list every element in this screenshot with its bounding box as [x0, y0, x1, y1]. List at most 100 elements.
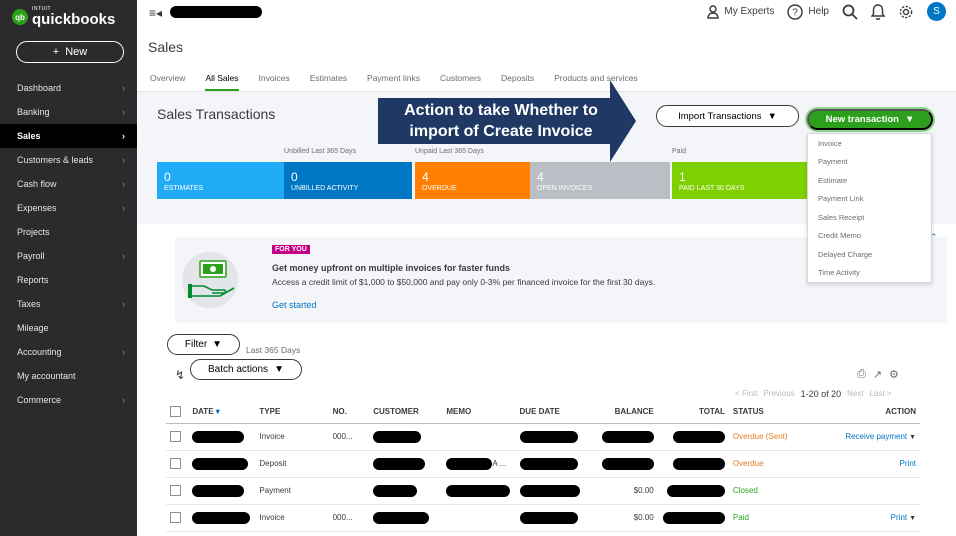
help-button[interactable]: ? Help [787, 3, 829, 20]
tab-all-sales[interactable]: All Sales [205, 72, 239, 92]
row-checkbox[interactable] [170, 512, 181, 523]
sidebar-item-projects[interactable]: Projects [0, 220, 137, 244]
action-cell [795, 477, 920, 505]
column-header-due-date[interactable]: DUE DATE [515, 401, 589, 424]
money-bar-segment-paid-last-days[interactable]: 1 PAID LAST 30 DAYS [672, 162, 807, 199]
column-header-action[interactable]: ACTION [795, 401, 920, 424]
pager-first[interactable]: < First [735, 389, 757, 399]
sidebar-item-commerce[interactable]: Commerce › [0, 388, 137, 412]
pagination: < First Previous 1-20 of 20 Next Last > [735, 389, 892, 399]
sidebar-item-taxes[interactable]: Taxes › [0, 292, 137, 316]
customer-redacted [373, 430, 422, 443]
row-checkbox[interactable] [170, 431, 181, 442]
column-header-total[interactable]: TOTAL [657, 401, 729, 424]
caret-down-icon: ▼ [212, 339, 223, 350]
menu-item-delayed-charge[interactable]: Delayed Charge [808, 245, 931, 264]
collapse-menu-icon[interactable]: ≡◂ [149, 6, 162, 20]
row-action-link[interactable]: Receive payment [845, 432, 907, 441]
new-transaction-button[interactable]: New transaction ▼ [807, 109, 933, 130]
customer-cell [369, 504, 443, 532]
column-header-no[interactable]: NO. [328, 401, 370, 424]
sidebar-item-mileage[interactable]: Mileage [0, 316, 137, 340]
money-bar-segment-open-invoices[interactable]: 4 OPEN INVOICES [530, 162, 670, 199]
money-bar-segment-unbilled-activity[interactable]: 0 UNBILLED ACTIVITY [284, 162, 412, 199]
sidebar-item-expenses[interactable]: Expenses › [0, 196, 137, 220]
column-header-customer[interactable]: CUSTOMER [369, 401, 443, 424]
type-cell: Invoice [255, 423, 329, 451]
tab-overview[interactable]: Overview [150, 72, 185, 89]
pager-last[interactable]: Last > [870, 389, 892, 399]
due-date-cell [515, 450, 589, 478]
bell-icon[interactable] [871, 3, 885, 20]
sidebar-item-customers-leads[interactable]: Customers & leads › [0, 148, 137, 172]
get-started-link[interactable]: Get started [272, 300, 317, 310]
new-button[interactable]: + New [16, 41, 124, 63]
sidebar-item-dashboard[interactable]: Dashboard › [0, 76, 137, 100]
menu-item-payment-link[interactable]: Payment Link [808, 190, 931, 209]
new-transaction-menu: Invoice Payment Estimate Payment Link Sales … [807, 133, 932, 283]
sidebar-item-accounting[interactable]: Accounting › [0, 340, 137, 364]
menu-item-payment[interactable]: Payment [808, 153, 931, 172]
batch-actions-button[interactable]: Batch actions ▼ [190, 359, 302, 380]
table-row[interactable]: Payment $0.00 Closed [166, 477, 920, 505]
pager-next[interactable]: Next [847, 389, 863, 399]
due-date-cell [515, 504, 589, 532]
banner-headline: Get money upfront on multiple invoices f… [272, 263, 511, 273]
select-all-checkbox[interactable] [170, 406, 181, 418]
pager-previous[interactable]: Previous [763, 389, 794, 399]
export-icon[interactable]: ↗ [873, 368, 882, 381]
row-checkbox[interactable] [170, 485, 181, 496]
sidebar-item-sales[interactable]: Sales › [0, 124, 137, 148]
column-header-balance[interactable]: BALANCE [588, 401, 658, 424]
column-header-status[interactable]: STATUS [728, 401, 796, 424]
action-caret-icon[interactable]: ▼ [907, 434, 916, 441]
due-date-cell [515, 477, 589, 505]
money-bar-segment-overdue[interactable]: 4 OVERDUE [415, 162, 530, 199]
date-cell [188, 450, 256, 478]
row-action-link[interactable]: Print [891, 513, 907, 522]
filter-button[interactable]: Filter ▼ [167, 334, 240, 355]
sidebar-item-reports[interactable]: Reports [0, 268, 137, 292]
column-header-memo[interactable]: MEMO [442, 401, 516, 424]
print-icon[interactable]: ⎙ [857, 368, 866, 381]
action-caret-icon[interactable]: ▼ [907, 515, 916, 522]
sort-arrow-icon[interactable]: ↯ [175, 368, 185, 382]
row-checkbox[interactable] [170, 458, 181, 469]
tab-estimates[interactable]: Estimates [310, 72, 347, 89]
row-select-cell [166, 504, 189, 532]
plus-icon: + [52, 46, 60, 58]
menu-item-invoice[interactable]: Invoice [808, 134, 931, 153]
table-header-row: DATE ▾ TYPE NO. CUSTOMER MEMO DUE DATE BALANCE… [166, 401, 920, 424]
table-row[interactable]: Deposit A ... Overdue Print [166, 450, 920, 478]
row-select-cell [166, 477, 189, 505]
menu-item-estimate[interactable]: Estimate [808, 171, 931, 190]
money-bar-segment-estimates[interactable]: 0 ESTIMATES [157, 162, 284, 199]
user-avatar[interactable]: S [927, 2, 946, 21]
money-bar-value: 0 [164, 170, 171, 184]
sidebar-item-my-accountant[interactable]: My accountant [0, 364, 137, 388]
quickbooks-logo[interactable]: qb INTUIT quickbooks [12, 7, 115, 27]
gear-icon[interactable] [898, 4, 914, 20]
status-cell: Closed [728, 477, 796, 505]
sidebar-item-payroll[interactable]: Payroll › [0, 244, 137, 268]
table-row[interactable]: Invoice 000... $0.00 Paid Print ▼ [166, 504, 920, 532]
column-header-type[interactable]: TYPE [255, 401, 329, 424]
search-icon[interactable] [842, 4, 858, 20]
column-header-label: MEMO [446, 407, 472, 417]
row-action-link[interactable]: Print [900, 459, 916, 468]
import-transactions-button[interactable]: Import Transactions ▼ [656, 105, 799, 127]
type-cell: Payment [255, 477, 329, 505]
money-bar-label: OVERDUE [422, 185, 457, 192]
sidebar-item-banking[interactable]: Banking › [0, 100, 137, 124]
my-experts-button[interactable]: My Experts [707, 4, 774, 19]
sidebar-item-label: Banking [17, 107, 50, 117]
sidebar-item-cash-flow[interactable]: Cash flow › [0, 172, 137, 196]
menu-item-time-activity[interactable]: Time Activity [808, 264, 931, 283]
table-row[interactable]: Invoice 000... Overdue (Sent) Receive payme… [166, 423, 920, 451]
tab-invoices[interactable]: Invoices [259, 72, 290, 89]
due-date-cell [515, 423, 589, 451]
column-header-date[interactable]: DATE ▾ [188, 401, 256, 424]
menu-item-sales-receipt[interactable]: Sales Receipt [808, 208, 931, 227]
menu-item-credit-memo[interactable]: Credit Memo [808, 227, 931, 246]
settings-gear-icon[interactable]: ⚙ [889, 368, 899, 381]
